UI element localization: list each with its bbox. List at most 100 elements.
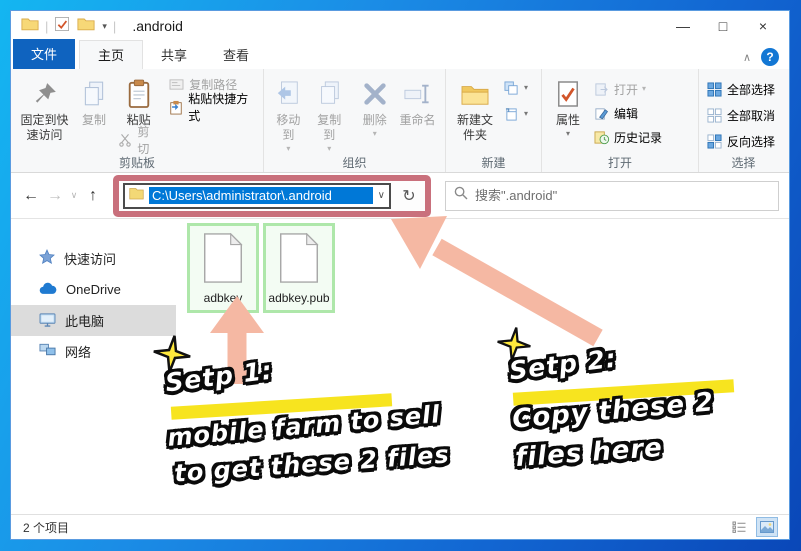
cut-button[interactable]: 剪切 <box>114 130 163 150</box>
address-text[interactable]: C:\Users\administrator\.android <box>149 187 373 204</box>
move-to-icon <box>272 78 304 110</box>
group-label-clipboard: 剪贴板 <box>11 154 263 172</box>
ribbon-group-organize: 移动到 ▾ 复制到 ▾ 删除 <box>264 69 446 172</box>
minimize-button[interactable]: — <box>663 13 703 39</box>
sidebar-item-network[interactable]: 网络 <box>11 336 176 367</box>
sidebar-item-label: 网络 <box>65 342 91 361</box>
ribbon: 固定到快速访问 复制 粘贴 <box>11 69 789 173</box>
window-folder-icon <box>21 16 39 36</box>
copy-to-caret-icon: ▾ <box>327 146 331 152</box>
move-to-caret-icon: ▾ <box>286 146 290 152</box>
refresh-icon[interactable]: ↻ <box>397 184 421 208</box>
address-dropdown-icon[interactable]: ∨ <box>378 190 385 201</box>
help-icon[interactable]: ? <box>761 48 779 66</box>
search-box[interactable] <box>445 181 779 211</box>
sidebar: 快速访问 OneDrive 此电脑 <box>11 219 176 514</box>
sidebar-item-quick-access[interactable]: 快速访问 <box>11 243 176 274</box>
details-view-icon[interactable] <box>729 518 749 536</box>
qat-properties-icon[interactable] <box>54 16 70 37</box>
quick-access-toolbar: ▾ <box>54 16 107 37</box>
close-button[interactable]: × <box>743 13 783 39</box>
copy-path-icon <box>168 76 185 93</box>
ribbon-group-select: 全部选择 全部取消 反向选择 <box>699 69 788 172</box>
select-all-button[interactable]: 全部选择 <box>703 79 778 99</box>
sidebar-item-this-pc[interactable]: 此电脑 <box>11 305 176 336</box>
address-bar[interactable]: C:\Users\administrator\.android ∨ <box>123 183 391 209</box>
copy-to-button[interactable]: 复制到 ▾ <box>309 74 350 152</box>
tab-view[interactable]: 查看 <box>205 41 267 69</box>
new-folder-button[interactable]: 新建文件夹 <box>450 74 500 143</box>
properties-button[interactable]: 属性 ▾ <box>546 74 590 137</box>
edit-icon <box>593 105 610 122</box>
collapse-ribbon-icon[interactable]: ∧ <box>743 51 751 64</box>
group-label-new: 新建 <box>446 154 541 172</box>
paste-shortcut-button[interactable]: 粘贴快捷方式 <box>165 97 259 117</box>
forward-button[interactable]: → <box>43 184 67 208</box>
open-button[interactable]: 打开 ▾ <box>590 79 665 99</box>
new-item-button[interactable]: ▾ <box>500 78 531 98</box>
paste-button[interactable]: 粘贴 <box>114 74 163 128</box>
scissors-icon <box>117 132 133 149</box>
onedrive-cloud-icon <box>39 282 57 298</box>
delete-button[interactable]: 删除 ▾ <box>356 74 394 137</box>
sidebar-item-onedrive[interactable]: OneDrive <box>11 274 176 305</box>
file-adbkey-pub[interactable]: adbkey.pub <box>263 223 335 313</box>
tab-share[interactable]: 共享 <box>143 41 205 69</box>
network-icon <box>39 343 56 360</box>
sidebar-item-label: 此电脑 <box>65 311 104 330</box>
group-label-open: 打开 <box>542 154 698 172</box>
file-name: adbkey <box>192 291 254 305</box>
view-toggles <box>729 518 777 536</box>
copy-button[interactable]: 复制 <box>74 74 114 128</box>
tab-file[interactable]: 文件 <box>13 39 75 69</box>
paste-icon <box>123 78 155 110</box>
delete-caret-icon: ▾ <box>373 131 377 137</box>
navigation-bar: ← → ∨ ↑ C:\Users\administrator\.android … <box>11 173 789 219</box>
history-label: 历史记录 <box>614 129 662 146</box>
invert-selection-label: 反向选择 <box>727 133 775 150</box>
ribbon-group-clipboard: 固定到快速访问 复制 粘贴 <box>11 69 264 172</box>
delete-x-icon <box>359 78 391 110</box>
search-icon <box>454 186 468 205</box>
tab-home[interactable]: 主页 <box>79 40 143 69</box>
ribbon-group-open: 属性 ▾ 打开 ▾ <box>542 69 699 172</box>
item-count: 2 个项目 <box>23 519 69 536</box>
new-item-icon <box>503 80 520 97</box>
properties-label: 属性 <box>556 113 580 128</box>
easy-access-button[interactable]: ▾ <box>500 104 531 124</box>
recent-locations-caret-icon[interactable]: ∨ <box>67 184 81 208</box>
search-input[interactable] <box>475 188 770 203</box>
qat-customize-caret-icon[interactable]: ▾ <box>102 21 107 32</box>
qat-new-folder-icon[interactable] <box>77 16 95 36</box>
edit-button[interactable]: 编辑 <box>590 103 665 123</box>
easy-access-icon <box>503 106 520 123</box>
screenshot-root: | ▾ | .android — □ × 文件 主页 共享 <box>0 0 801 551</box>
file-icon <box>279 233 319 288</box>
properties-caret-icon: ▾ <box>566 131 570 137</box>
file-adbkey[interactable]: adbkey <box>187 223 259 313</box>
copy-label: 复制 <box>82 113 106 128</box>
invert-selection-button[interactable]: 反向选择 <box>703 131 778 151</box>
pin-icon <box>29 78 61 110</box>
large-icons-view-icon[interactable] <box>757 518 777 536</box>
pin-to-quick-access-button[interactable]: 固定到快速访问 <box>15 74 74 143</box>
move-to-button[interactable]: 移动到 ▾ <box>268 74 309 152</box>
paste-shortcut-label: 粘贴快捷方式 <box>188 90 256 124</box>
select-none-button[interactable]: 全部取消 <box>703 105 778 125</box>
address-bar-annotation-box: C:\Users\administrator\.android ∨ ↻ <box>113 175 431 217</box>
maximize-button[interactable]: □ <box>703 13 743 39</box>
file-list-area[interactable]: adbkey adbkey.pub <box>176 219 789 514</box>
rename-button[interactable]: 重命名 <box>394 74 441 128</box>
history-icon <box>593 129 610 146</box>
copy-to-label: 复制到 <box>312 113 347 143</box>
explorer-window: | ▾ | .android — □ × 文件 主页 共享 <box>10 10 790 540</box>
back-button[interactable]: ← <box>19 184 43 208</box>
sidebar-item-label: OneDrive <box>66 282 121 297</box>
select-all-icon <box>706 81 723 98</box>
up-button[interactable]: ↑ <box>81 184 105 208</box>
history-button[interactable]: 历史记录 <box>590 127 665 147</box>
open-label: 打开 <box>614 81 638 98</box>
delete-label: 删除 <box>363 113 387 128</box>
window-title: .android <box>132 18 183 34</box>
open-caret-icon: ▾ <box>642 86 646 92</box>
